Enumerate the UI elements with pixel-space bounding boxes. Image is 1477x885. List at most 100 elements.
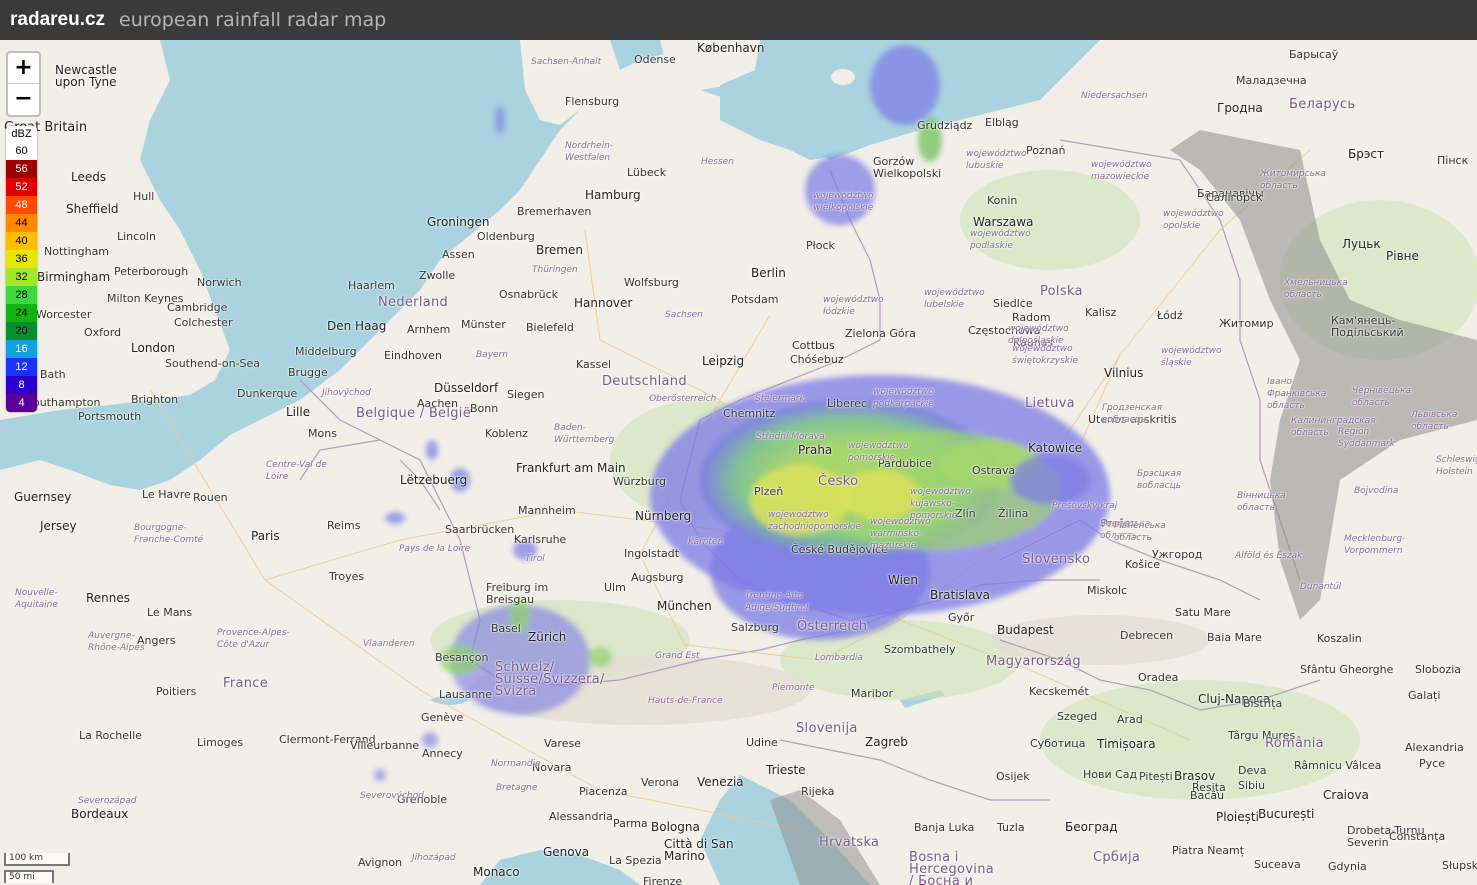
place-label: Slobozia: [1415, 663, 1462, 676]
region-label: województwo świętokrzyskie: [1012, 344, 1079, 366]
place-label: Oradea: [1138, 671, 1179, 684]
place-label: Leeds: [71, 170, 107, 184]
place-label: Bath: [40, 368, 66, 381]
region-label: Schleswig-Holstein: [1436, 455, 1477, 477]
place-label: Maribor: [851, 687, 894, 700]
place-label: Bratislava: [930, 588, 990, 602]
place-label: Southend-on-Sea: [165, 357, 261, 370]
place-label: Satu Mare: [1175, 606, 1231, 619]
region-label: Thüringen: [532, 265, 578, 275]
place-label: Brugge: [288, 366, 328, 379]
legend-unit: dBZ: [11, 128, 32, 140]
place-label: Oldenburg: [477, 230, 535, 243]
legend-level: 8: [6, 376, 37, 394]
place-label: Grudziądz: [917, 119, 973, 132]
region-label: województwo wielkopolskie: [813, 191, 874, 213]
place-label: Bonn: [470, 402, 499, 415]
place-label: Elbląg: [985, 116, 1019, 129]
place-label: Poitiers: [156, 685, 197, 698]
place-label: Gorzów Wielkopolski: [873, 155, 942, 180]
legend-level: 56: [6, 160, 37, 178]
country-label: Magyarország: [986, 654, 1081, 669]
place-label: Frankfurt am Main: [516, 461, 626, 475]
country-label: Hrvatska: [819, 835, 880, 850]
place-label: Ploiești: [1216, 810, 1259, 824]
country-label: France: [223, 676, 269, 691]
place-label: Münster: [461, 318, 506, 331]
place-label: Nürnberg: [635, 509, 692, 523]
place-label: Praha: [798, 443, 833, 457]
place-label: Mons: [308, 427, 337, 440]
place-label: Verona: [641, 776, 680, 789]
zoom-in-button[interactable]: +: [8, 53, 39, 84]
site-brand[interactable]: radareu.cz: [10, 9, 105, 31]
region-label: Piemonte: [772, 683, 815, 693]
country-label: Österreich: [797, 619, 868, 634]
place-label: Miskolc: [1087, 584, 1128, 597]
place-label: Limoges: [197, 736, 244, 749]
region-label: województwo łódzkie: [823, 295, 884, 317]
place-label: Chóśebuz: [790, 353, 844, 366]
place-label: Kassel: [576, 358, 612, 371]
region-label: województwo lubuskie: [966, 149, 1027, 171]
place-label: Constanța: [1389, 830, 1446, 843]
place-label: Ingolstadt: [624, 547, 680, 560]
scale-mi: 50 mi: [4, 870, 54, 883]
place-label: Düsseldorf: [434, 381, 499, 395]
legend-level: 24: [6, 304, 37, 322]
place-label: Deva: [1238, 764, 1267, 777]
place-label: Newcastle upon Tyne: [55, 63, 117, 89]
region-label: Provence-Alpes-Côte d'Azur: [217, 628, 290, 650]
place-label: București: [1258, 807, 1315, 821]
place-label: Reims: [327, 519, 361, 532]
country-label: Србија: [1093, 850, 1141, 865]
place-label: Eindhoven: [384, 349, 442, 362]
region-label: Lombardia: [815, 653, 863, 663]
place-label: Karlsruhe: [514, 533, 567, 546]
zoom-control: + −: [6, 51, 41, 117]
bornholm-island: [831, 69, 855, 85]
place-label: Пінск: [1437, 154, 1469, 167]
place-label: Potsdam: [731, 293, 779, 306]
place-label: Bremen: [536, 243, 583, 257]
country-label: Slovensko: [1022, 552, 1091, 567]
place-label: Southampton: [26, 396, 101, 409]
place-label: Lausanne: [439, 688, 493, 701]
region-label: Житомирська область: [1260, 169, 1326, 191]
place-label: Venezia: [697, 775, 744, 789]
place-label: La Spezia: [609, 854, 662, 867]
place-label: Middelburg: [295, 345, 357, 358]
country-label: Беларусь: [1289, 97, 1356, 112]
place-label: Varese: [544, 737, 581, 750]
region-label: Івано-Франківська область: [1267, 377, 1327, 411]
region-label: Střední Morava: [756, 432, 825, 442]
country-label: Bosna i Hercegovina / Босна и Херцеговин…: [909, 850, 994, 885]
region-label: Auvergne-Rhône-Alpes: [88, 631, 145, 653]
place-label: Debrecen: [1120, 629, 1174, 642]
zoom-out-button[interactable]: −: [8, 84, 39, 114]
legend-level: 4: [6, 394, 37, 412]
place-label: Žilina: [998, 507, 1029, 520]
place-label: Chemnitz: [723, 407, 776, 420]
place-label: Città di San Marino: [664, 837, 734, 863]
place-label: Odense: [634, 53, 676, 66]
place-label: Saarbrücken: [445, 523, 515, 536]
place-label: Bielefeld: [526, 321, 574, 334]
radar-map[interactable]: København Newcastle upon Tyne Great Britai…: [0, 40, 1477, 885]
legend-level: 36: [6, 250, 37, 268]
place-label: Bremerhaven: [517, 205, 592, 218]
place-label: Leipzig: [702, 354, 745, 368]
region-label: Normandie: [491, 759, 541, 769]
place-label: Budapest: [997, 623, 1054, 637]
place-label: Baia Mare: [1207, 631, 1262, 644]
place-label: Rouen: [193, 491, 228, 504]
region-label: Рівненська область: [1114, 521, 1166, 543]
place-label: Norwich: [197, 276, 242, 289]
place-label: Lille: [286, 405, 311, 419]
place-label: Annecy: [422, 747, 463, 760]
region-label: Nouvelle-Aquitaine: [15, 588, 58, 610]
country-label: Nederland: [378, 295, 449, 310]
region-label: województwo kujawsko-pomorskie: [910, 487, 971, 521]
region-label: województwo pomorskie: [848, 441, 909, 463]
region-label: Jihovýchod: [322, 388, 371, 398]
